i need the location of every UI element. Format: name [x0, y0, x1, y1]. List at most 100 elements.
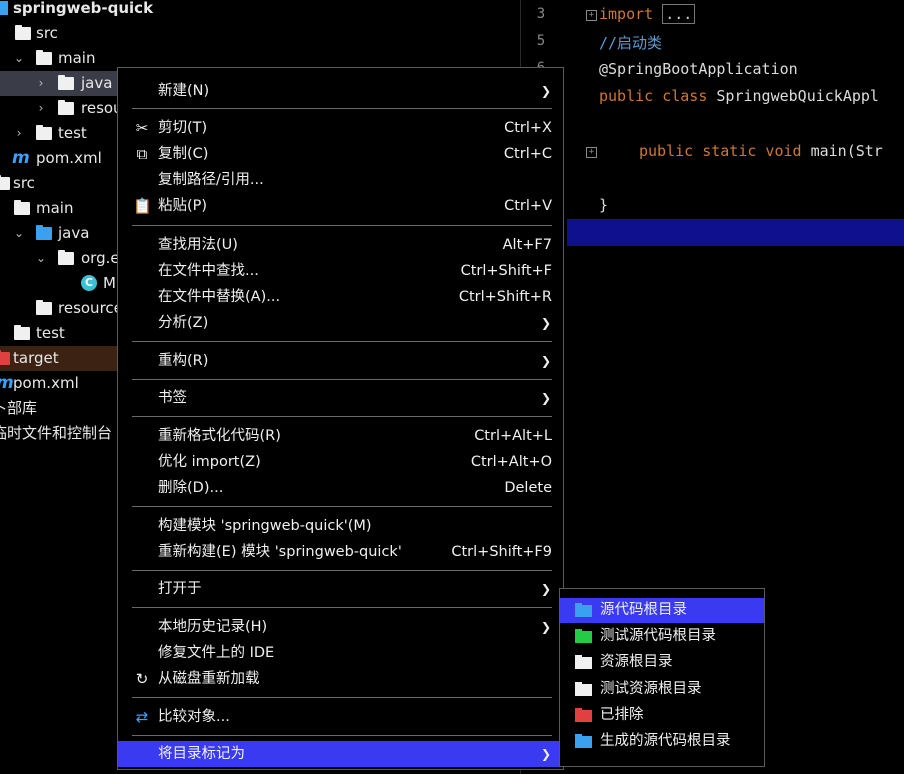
menu-item-copy-path[interactable]: 复制路径/引用... — [118, 167, 563, 193]
menu-item-rebuild-module[interactable]: 重新构建(E) 模块 'springweb-quick' Ctrl+Shift+… — [118, 539, 563, 565]
menu-item-mark-directory-as[interactable]: 将目录标记为 ❯ — [118, 741, 563, 767]
tree-item-label: test — [36, 324, 65, 342]
menu-item-refactor[interactable]: 重构(R) ❯ — [118, 348, 563, 374]
menu-item-reload-from-disk[interactable]: ↻ 从磁盘重新加载 — [118, 666, 563, 692]
fold-expand-icon[interactable]: + — [586, 147, 597, 158]
submenu-item-label: 已排除 — [600, 707, 644, 723]
maven-icon: m — [0, 371, 14, 396]
menu-item-label: 优化 import(Z) — [158, 454, 261, 470]
menu-separator — [132, 607, 552, 608]
folder-icon — [58, 75, 74, 90]
submenu-item-test-sources-root[interactable]: 测试源代码根目录 — [560, 624, 764, 649]
line-number: 5 — [536, 33, 546, 49]
resources-folder-icon — [36, 300, 52, 315]
maven-icon: m — [12, 148, 30, 168]
context-menu: 新建(N) ❯ ✂ 剪切(T) Ctrl+X ⧉ 复制(C) Ctrl+C 复制… — [117, 67, 564, 770]
menu-separator — [132, 697, 552, 698]
folder-icon — [14, 200, 30, 215]
chevron-down-icon[interactable]: ⌄ — [12, 221, 26, 246]
submenu-arrow-icon: ❯ — [540, 316, 551, 330]
menu-item-label: 将目录标记为 — [158, 746, 245, 762]
code-annotation: @SpringBootApplication — [599, 60, 798, 78]
submenu-item-sources-root[interactable]: 源代码根目录 — [560, 598, 764, 623]
tree-item-label: src — [36, 24, 58, 42]
menu-shortcut: Ctrl+Alt+O — [470, 454, 552, 470]
menu-separator — [132, 108, 552, 109]
menu-item-repair-ide[interactable]: 修复文件上的 IDE — [118, 640, 563, 666]
tree-item-label: M — [103, 274, 116, 292]
code-class-name: SpringwebQuickAppl — [707, 87, 879, 105]
menu-item-analyze[interactable]: 分析(Z) ❯ — [118, 310, 563, 336]
submenu-item-generated-sources-root[interactable]: 生成的源代码根目录 — [560, 729, 764, 754]
menu-item-new[interactable]: 新建(N) ❯ — [118, 78, 563, 104]
folder-icon — [14, 325, 30, 340]
tree-item-label: java — [81, 74, 113, 92]
menu-separator — [132, 341, 552, 342]
tree-item-label: org.e — [81, 249, 120, 267]
menu-item-bookmarks[interactable]: 书签 ❯ — [118, 385, 563, 411]
menu-item-label: 比较对象... — [158, 709, 230, 725]
folded-imports[interactable]: ... — [662, 4, 696, 24]
menu-item-label: 重新构建(E) 模块 'springweb-quick' — [158, 544, 402, 560]
menu-shortcut: Ctrl+X — [504, 120, 552, 136]
folder-icon — [58, 100, 74, 115]
menu-item-label: 打开于 — [158, 581, 202, 597]
chevron-right-icon[interactable]: › — [12, 121, 26, 146]
test-source-folder-icon — [575, 629, 592, 643]
current-line-highlight — [567, 219, 904, 246]
menu-item-label: 分析(Z) — [158, 315, 209, 331]
menu-shortcut: Ctrl+Shift+F9 — [451, 544, 552, 560]
submenu-item-label: 源代码根目录 — [600, 602, 687, 618]
tree-item-label: resource — [58, 299, 123, 317]
test-resources-folder-icon — [575, 682, 592, 696]
menu-separator — [132, 379, 552, 380]
submenu-item-excluded[interactable]: 已排除 — [560, 703, 764, 728]
menu-item-cut[interactable]: ✂ 剪切(T) Ctrl+X — [118, 115, 563, 141]
tree-item-label: springweb-quick — [13, 0, 154, 17]
menu-item-open-in[interactable]: 打开于 ❯ — [118, 576, 563, 602]
menu-item-replace-in-files[interactable]: 在文件中替换(A)... Ctrl+Shift+R — [118, 284, 563, 310]
menu-item-delete[interactable]: 删除(D)... Delete — [118, 475, 563, 501]
tree-item-label: main — [36, 199, 74, 217]
menu-item-optimize-imports[interactable]: 优化 import(Z) Ctrl+Alt+O — [118, 449, 563, 475]
fold-expand-icon[interactable]: + — [586, 10, 597, 21]
tree-item-label: pom.xml — [13, 374, 79, 392]
source-folder-icon — [575, 603, 592, 617]
code-line: public class SpringwebQuickAppl — [599, 87, 879, 105]
menu-separator — [132, 506, 552, 507]
submenu-item-test-resources-root[interactable]: 测试资源根目录 — [560, 677, 764, 702]
menu-item-reformat-code[interactable]: 重新格式化代码(R) Ctrl+Alt+L — [118, 423, 563, 449]
submenu-item-label: 测试资源根目录 — [600, 681, 702, 697]
menu-shortcut: Ctrl+Shift+F — [460, 263, 552, 279]
chevron-down-icon[interactable]: ⌄ — [34, 246, 48, 271]
menu-item-paste[interactable]: 📋 粘贴(P) Ctrl+V — [118, 193, 563, 219]
scissors-icon: ✂ — [135, 119, 149, 137]
chevron-right-icon[interactable]: › — [34, 96, 48, 121]
chevron-right-icon[interactable]: › — [34, 71, 48, 96]
menu-separator — [132, 225, 552, 226]
menu-item-local-history[interactable]: 本地历史记录(H) ❯ — [118, 614, 563, 640]
menu-item-copy[interactable]: ⧉ 复制(C) Ctrl+C — [118, 141, 563, 167]
menu-item-label: 从磁盘重新加载 — [158, 671, 260, 687]
menu-item-label: 复制路径/引用... — [158, 172, 264, 188]
excluded-folder-icon — [575, 708, 592, 722]
code-method-signature: main(Str — [801, 142, 883, 160]
tree-item-label: main — [58, 49, 96, 67]
package-icon — [58, 250, 74, 265]
menu-item-find-usages[interactable]: 查找用法(U) Alt+F7 — [118, 232, 563, 258]
menu-item-label: 在文件中查找... — [158, 263, 259, 279]
folder-icon — [15, 25, 31, 40]
copy-icon: ⧉ — [136, 145, 148, 163]
tree-item-src[interactable]: src — [0, 21, 520, 46]
menu-item-find-in-files[interactable]: 在文件中查找... Ctrl+Shift+F — [118, 258, 563, 284]
menu-item-compare-with[interactable]: ⇄ 比较对象... — [118, 704, 563, 730]
module-icon — [0, 1, 8, 15]
submenu-item-label: 生成的源代码根目录 — [600, 733, 731, 749]
submenu-item-resources-root[interactable]: 资源根目录 — [560, 650, 764, 675]
submenu-item-label: 测试源代码根目录 — [600, 628, 716, 644]
code-keyword: public static void — [639, 142, 802, 160]
tree-item-module[interactable]: springweb-quick — [0, 0, 520, 21]
chevron-down-icon[interactable]: ⌄ — [12, 46, 26, 71]
menu-item-build-module[interactable]: 构建模块 'springweb-quick'(M) — [118, 513, 563, 539]
code-brace: } — [599, 196, 609, 214]
